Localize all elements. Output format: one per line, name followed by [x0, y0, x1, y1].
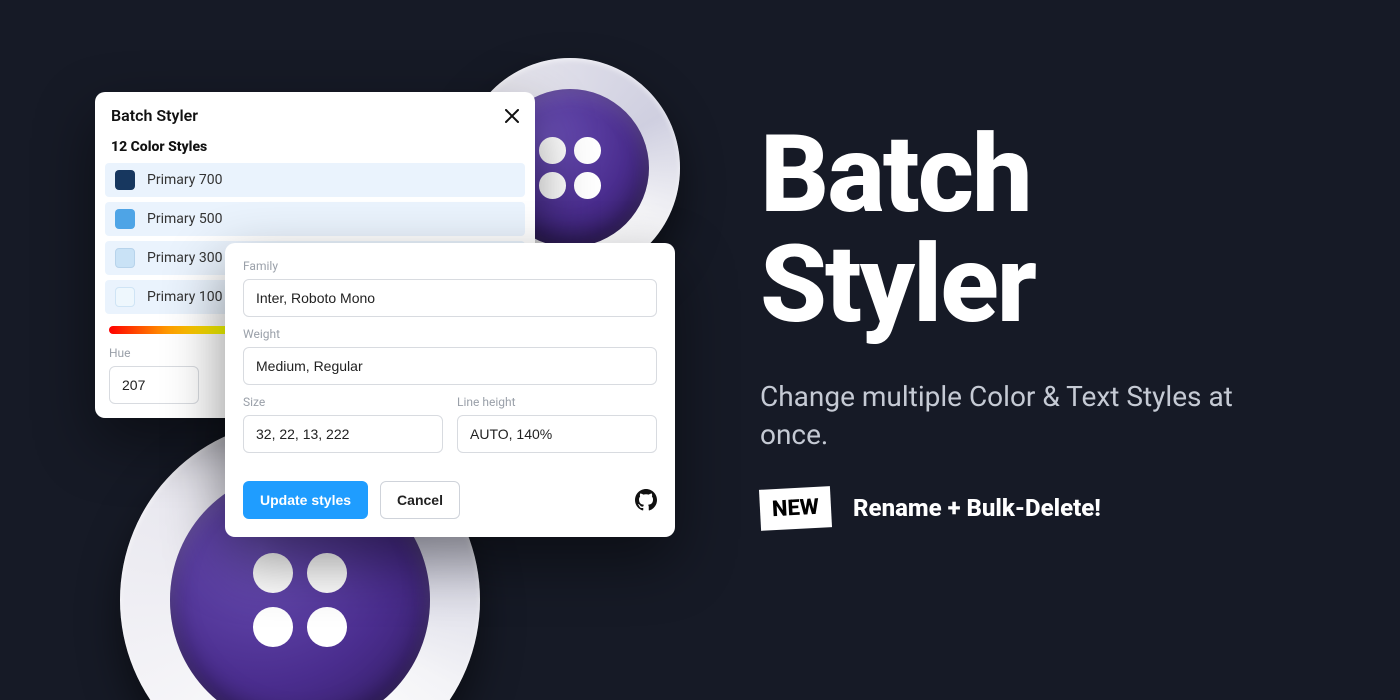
- size-input[interactable]: [243, 415, 443, 453]
- new-badge-text: Rename + Bulk-Delete!: [853, 494, 1101, 522]
- style-row[interactable]: Primary 500: [105, 202, 525, 236]
- color-swatch: [115, 287, 135, 307]
- panel-title: Batch Styler: [111, 106, 198, 125]
- styles-count-label: 12 Color Styles: [95, 137, 535, 163]
- new-badge: NEW: [759, 486, 832, 531]
- promo-stage: Batch Styler Change multiple Color & Tex…: [0, 0, 1400, 700]
- style-row[interactable]: Primary 700: [105, 163, 525, 197]
- hero-block: Batch Styler Change multiple Color & Tex…: [760, 120, 1280, 529]
- weight-label: Weight: [243, 327, 657, 341]
- lineheight-label: Line height: [457, 395, 657, 409]
- style-label: Primary 300: [147, 250, 222, 266]
- cancel-button[interactable]: Cancel: [380, 481, 460, 519]
- typography-panel: Family Weight Size Line height Update st…: [225, 243, 675, 537]
- color-swatch: [115, 209, 135, 229]
- github-icon[interactable]: [635, 489, 657, 511]
- lineheight-input[interactable]: [457, 415, 657, 453]
- hero-title: Batch Styler: [760, 120, 1280, 340]
- hero-title-line1: Batch: [760, 112, 1031, 238]
- color-swatch: [115, 248, 135, 268]
- hero-new-row: NEW Rename + Bulk-Delete!: [760, 488, 1280, 529]
- size-label: Size: [243, 395, 443, 409]
- weight-input[interactable]: [243, 347, 657, 385]
- color-swatch: [115, 170, 135, 190]
- close-icon[interactable]: [505, 109, 519, 123]
- update-styles-button[interactable]: Update styles: [243, 481, 368, 519]
- family-input[interactable]: [243, 279, 657, 317]
- family-label: Family: [243, 259, 657, 273]
- hue-input[interactable]: [109, 366, 199, 404]
- hero-subtitle: Change multiple Color & Text Styles at o…: [760, 378, 1280, 454]
- hero-title-line2: Styler: [760, 222, 1035, 348]
- style-label: Primary 700: [147, 172, 222, 188]
- style-label: Primary 100: [147, 289, 222, 305]
- style-label: Primary 500: [147, 211, 222, 227]
